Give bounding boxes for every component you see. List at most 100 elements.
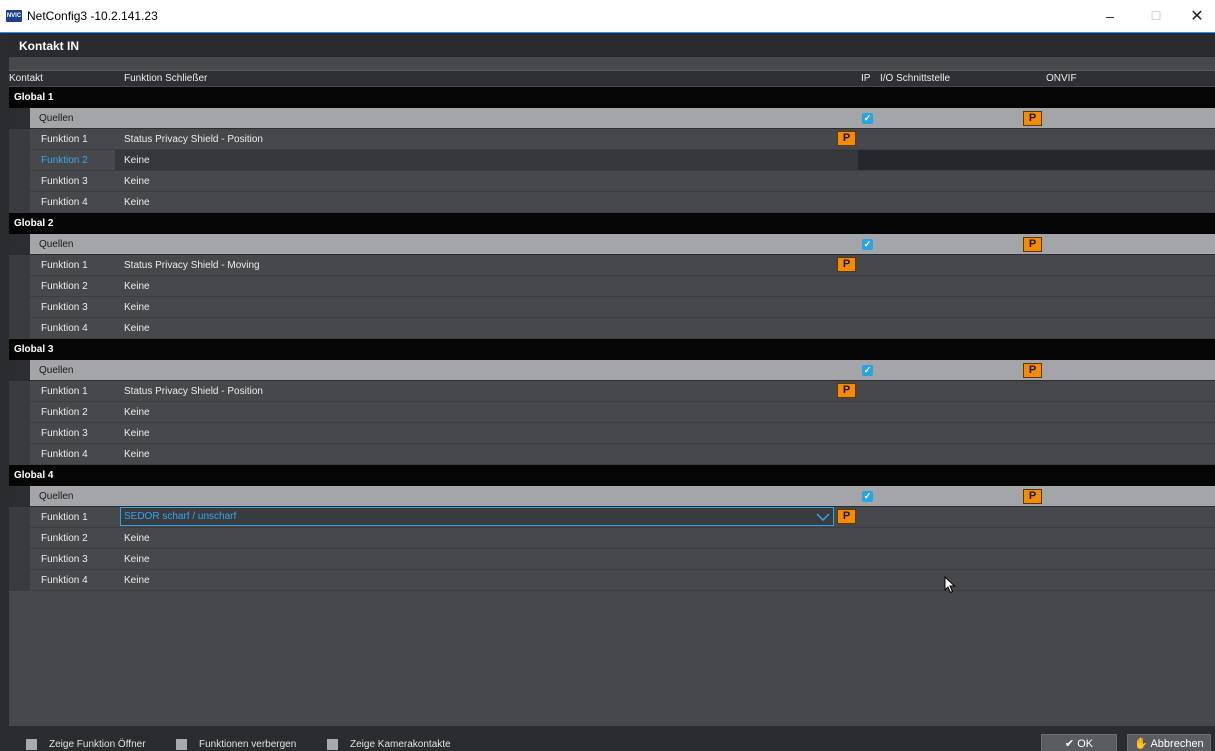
function-row[interactable]: Funktion 2 Keine xyxy=(9,276,1215,297)
group-header: Global 1 xyxy=(9,87,1215,108)
function-select-value: SEDOR scharf / unscharf xyxy=(124,511,237,522)
function-value[interactable]: Keine xyxy=(124,407,150,418)
group-header: Global 4 xyxy=(9,465,1215,486)
function-value[interactable]: Keine xyxy=(124,323,150,334)
function-row[interactable]: Funktion 1 SEDOR scharf / unscharf P xyxy=(9,507,1215,528)
column-header-funktion: Funktion Schließer xyxy=(124,73,208,84)
function-row[interactable]: Funktion 3 Keine xyxy=(9,423,1215,444)
checkbox-label: Funktionen verbergen xyxy=(199,739,297,750)
checkbox-label: Zeige Kamerakontakte xyxy=(350,739,451,750)
function-row[interactable]: Funktion 4 Keine xyxy=(9,318,1215,339)
function-select[interactable]: SEDOR scharf / unscharf xyxy=(120,507,834,526)
sources-label: Quellen xyxy=(39,239,74,250)
function-row[interactable]: Funktion 3 Keine xyxy=(9,171,1215,192)
checkbox-box[interactable] xyxy=(176,739,187,750)
function-value[interactable]: Keine xyxy=(124,575,150,586)
sources-row[interactable]: Quellen ✓ P xyxy=(9,360,1215,381)
function-value[interactable]: Keine xyxy=(124,554,150,565)
function-row[interactable]: Funktion 2 Keine xyxy=(9,402,1215,423)
function-value[interactable]: Keine xyxy=(124,155,150,166)
page-title: Kontakt IN xyxy=(19,39,79,53)
function-value[interactable]: Keine xyxy=(124,302,150,313)
row-indent xyxy=(9,402,30,423)
function-row[interactable]: Funktion 4 Keine xyxy=(9,570,1215,591)
function-row[interactable]: Funktion 1 Status Privacy Shield - Posit… xyxy=(9,129,1215,150)
chevron-down-icon[interactable] xyxy=(815,511,831,523)
hide-functions-checkbox[interactable]: Funktionen verbergen xyxy=(176,739,296,750)
function-label: Funktion 4 xyxy=(41,323,88,334)
onvif-p-button[interactable]: P xyxy=(1023,237,1042,252)
minimize-button[interactable]: – xyxy=(1087,0,1133,33)
sources-row[interactable]: Quellen ✓ P xyxy=(9,486,1215,507)
function-label: Funktion 1 xyxy=(41,512,88,523)
function-row[interactable]: Funktion 4 Keine xyxy=(9,444,1215,465)
ip-checkbox[interactable]: ✓ xyxy=(862,365,873,376)
page-header: Kontakt IN xyxy=(9,34,1215,57)
footer-bar: Zeige Funktion Öffner Funktionen verberg… xyxy=(9,726,1215,751)
onvif-p-button[interactable]: P xyxy=(1023,111,1042,126)
function-p-button[interactable]: P xyxy=(837,509,856,524)
function-label: Funktion 2 xyxy=(41,155,88,166)
onvif-p-button[interactable]: P xyxy=(1023,489,1042,504)
function-row[interactable]: Funktion 1 Status Privacy Shield - Movin… xyxy=(9,255,1215,276)
function-label: Funktion 2 xyxy=(41,407,88,418)
row-indent xyxy=(9,444,30,465)
row-indent xyxy=(9,507,30,528)
function-value[interactable]: Keine xyxy=(124,197,150,208)
function-row[interactable]: Funktion 2 Keine xyxy=(9,528,1215,549)
show-camera-contacts-checkbox[interactable]: Zeige Kamerakontakte xyxy=(327,739,451,750)
function-label: Funktion 3 xyxy=(41,176,88,187)
function-p-button[interactable]: P xyxy=(837,383,856,398)
function-value[interactable]: Keine xyxy=(124,281,150,292)
function-label: Funktion 2 xyxy=(41,281,88,292)
onvif-p-button[interactable]: P xyxy=(1023,363,1042,378)
cancel-button[interactable]: ✋ Abbrechen xyxy=(1127,734,1211,751)
row-indent xyxy=(9,381,30,402)
function-row[interactable]: Funktion 3 Keine xyxy=(9,549,1215,570)
ok-button[interactable]: ✔ OK xyxy=(1041,734,1117,751)
function-p-button[interactable]: P xyxy=(837,131,856,146)
function-label: Funktion 4 xyxy=(41,575,88,586)
function-label: Funktion 1 xyxy=(41,134,88,145)
sources-row[interactable]: Quellen ✓ P xyxy=(9,234,1215,255)
function-value[interactable]: Status Privacy Shield - Moving xyxy=(124,260,260,271)
column-header-kontakt: Kontakt xyxy=(9,73,43,84)
ip-checkbox[interactable]: ✓ xyxy=(862,239,873,250)
function-value[interactable]: Status Privacy Shield - Position xyxy=(124,134,263,145)
group-title: Global 1 xyxy=(14,92,54,103)
hand-icon: ✋ xyxy=(1134,738,1149,750)
checkmark-icon: ✔ xyxy=(1064,738,1075,750)
function-p-button[interactable]: P xyxy=(837,257,856,272)
checkbox-box[interactable] xyxy=(327,739,338,750)
function-value[interactable]: Keine xyxy=(124,176,150,187)
row-indent xyxy=(9,171,30,192)
function-row[interactable]: Funktion 3 Keine xyxy=(9,297,1215,318)
ip-checkbox[interactable]: ✓ xyxy=(862,113,873,124)
maximize-button[interactable]: ☐ xyxy=(1133,0,1179,33)
checkbox-box[interactable] xyxy=(26,739,37,750)
function-row[interactable]: Funktion 1 Status Privacy Shield - Posit… xyxy=(9,381,1215,402)
cancel-button-label: Abbrechen xyxy=(1150,738,1204,750)
function-value[interactable]: Keine xyxy=(124,533,150,544)
group-header: Global 3 xyxy=(9,339,1215,360)
function-row[interactable]: Funktion 4 Keine xyxy=(9,192,1215,213)
group-title: Global 3 xyxy=(14,344,54,355)
row-indent xyxy=(9,297,30,318)
checkbox-label: Zeige Funktion Öffner xyxy=(49,739,146,750)
close-button[interactable]: ✕ xyxy=(1174,0,1215,33)
function-row-selected[interactable]: Funktion 2 Keine xyxy=(9,150,1215,171)
function-value[interactable]: Keine xyxy=(124,449,150,460)
row-indent xyxy=(9,528,30,549)
ip-checkbox[interactable]: ✓ xyxy=(862,491,873,502)
row-indent xyxy=(9,129,30,150)
row-indent xyxy=(9,549,30,570)
function-label: Funktion 2 xyxy=(41,533,88,544)
sources-label: Quellen xyxy=(39,491,74,502)
selection-highlight-right xyxy=(858,150,1215,170)
row-indent xyxy=(9,318,30,339)
function-label: Funktion 4 xyxy=(41,197,88,208)
function-value[interactable]: Status Privacy Shield - Position xyxy=(124,386,263,397)
function-value[interactable]: Keine xyxy=(124,428,150,439)
sources-row[interactable]: Quellen ✓ P xyxy=(9,108,1215,129)
show-opener-checkbox[interactable]: Zeige Funktion Öffner xyxy=(26,739,146,750)
